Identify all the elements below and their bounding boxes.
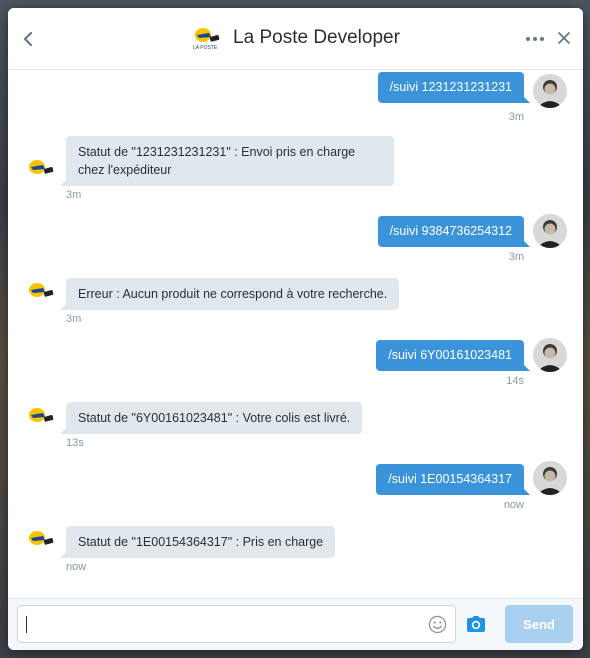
la-poste-avatar-icon	[29, 160, 54, 174]
message-timestamp: now	[503, 499, 524, 511]
camera-icon[interactable]	[465, 614, 487, 634]
outgoing-message-bubble: /suivi 6Y00161023481	[376, 340, 530, 371]
message-timestamp: 3m	[66, 313, 82, 325]
user-avatar	[533, 74, 567, 108]
incoming-message-bubble: Statut de "1231231231231" : Envoi pris e…	[60, 136, 394, 186]
send-button[interactable]: Send	[505, 605, 573, 643]
page-title: La Poste Developer	[233, 27, 400, 48]
la-poste-avatar-icon	[29, 408, 54, 422]
message-timestamp: now	[66, 561, 87, 573]
user-avatar	[533, 461, 567, 495]
la-poste-logo-icon: LA POSTE	[193, 28, 220, 51]
text-caret	[26, 616, 27, 633]
la-poste-avatar-icon	[29, 283, 54, 297]
message-timestamp: 3m	[508, 251, 524, 263]
dm-conversation-window: LA POSTE La Poste Developer /suivi 12312…	[8, 8, 583, 650]
message-input[interactable]	[17, 605, 456, 643]
user-avatar	[533, 338, 567, 372]
la-poste-avatar-icon	[29, 531, 54, 545]
more-dots-icon[interactable]	[525, 32, 545, 46]
message-timestamp: 13s	[66, 437, 84, 449]
message-timestamp: 3m	[508, 111, 524, 123]
message-list: /suivi 1231231231231 3m Statut de "12312…	[8, 71, 583, 598]
outgoing-message-bubble: /suivi 1231231231231	[377, 72, 531, 103]
message-timestamp: 14s	[506, 375, 524, 387]
outgoing-message-bubble: /suivi 1E00154364317	[376, 464, 530, 495]
close-icon[interactable]	[557, 31, 571, 45]
user-avatar	[533, 214, 567, 248]
incoming-message-bubble: Erreur : Aucun produit ne correspond à v…	[59, 278, 400, 310]
incoming-message-bubble: Statut de "1E00154364317" : Pris en char…	[59, 526, 336, 558]
svg-text:LA POSTE: LA POSTE	[193, 45, 218, 51]
incoming-message-bubble: Statut de "6Y00161023481" : Votre colis …	[59, 402, 363, 434]
conversation-title-wrap: LA POSTE La Poste Developer	[8, 25, 583, 55]
conversation-header: LA POSTE La Poste Developer	[8, 8, 583, 70]
message-timestamp: 3m	[66, 189, 82, 201]
outgoing-message-bubble: /suivi 9384736254312	[377, 216, 531, 247]
message-composer: Send	[8, 598, 583, 650]
emoji-icon[interactable]	[428, 615, 447, 634]
